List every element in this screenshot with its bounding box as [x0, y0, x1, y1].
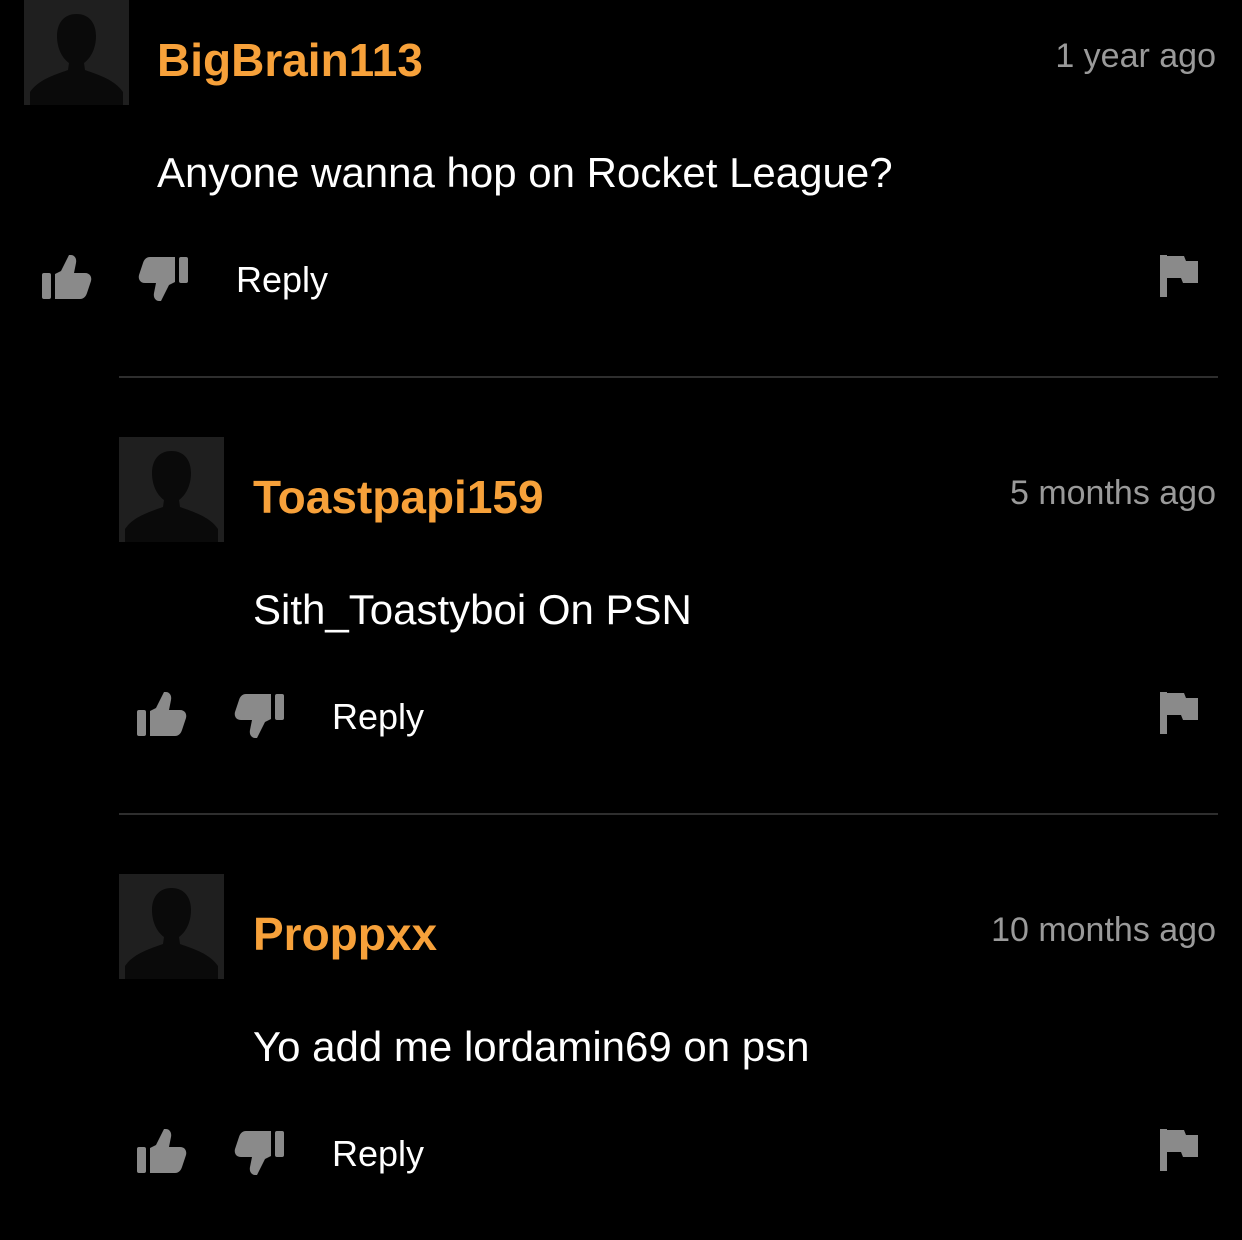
comment-username[interactable]: BigBrain113: [157, 30, 423, 90]
avatar-placeholder-icon[interactable]: [119, 874, 224, 979]
comment-divider: [119, 813, 1218, 815]
comment-text: Anyone wanna hop on Rocket League?: [157, 149, 893, 196]
flag-icon[interactable]: [1158, 252, 1202, 300]
comment-divider: [119, 376, 1218, 378]
thumbs-up-icon[interactable]: [135, 1127, 189, 1177]
comment-username[interactable]: Toastpapi159: [253, 467, 544, 527]
comment-item: Toastpapi159 5 months ago Sith_Toastyboi…: [0, 437, 1242, 767]
thumbs-up-icon[interactable]: [40, 253, 94, 303]
reply-button[interactable]: Reply: [236, 258, 328, 302]
thumbs-down-icon[interactable]: [232, 690, 286, 740]
reply-button[interactable]: Reply: [332, 695, 424, 739]
flag-icon[interactable]: [1158, 689, 1202, 737]
thumbs-up-icon[interactable]: [135, 690, 189, 740]
comment-timestamp: 5 months ago: [1009, 474, 1216, 512]
comment-text: Sith_Toastyboi On PSN: [253, 586, 692, 633]
avatar-placeholder-icon[interactable]: [24, 0, 129, 105]
flag-icon[interactable]: [1158, 1126, 1202, 1174]
thumbs-down-icon[interactable]: [232, 1127, 286, 1177]
comment-timestamp: 1 year ago: [1055, 37, 1216, 75]
comment-username[interactable]: Proppxx: [253, 904, 437, 964]
reply-button[interactable]: Reply: [332, 1132, 424, 1176]
comment-item: BigBrain113 1 year ago Anyone wanna hop …: [0, 0, 1242, 330]
comment-text: Yo add me lordamin69 on psn: [253, 1023, 810, 1070]
comment-timestamp: 10 months ago: [991, 911, 1216, 949]
comment-item: Proppxx 10 months ago Yo add me lordamin…: [0, 874, 1242, 1204]
thumbs-down-icon[interactable]: [136, 253, 190, 303]
avatar-placeholder-icon[interactable]: [119, 437, 224, 542]
comments-thread: { "comments": [ { "username": "BigBrain1…: [0, 0, 1242, 1240]
